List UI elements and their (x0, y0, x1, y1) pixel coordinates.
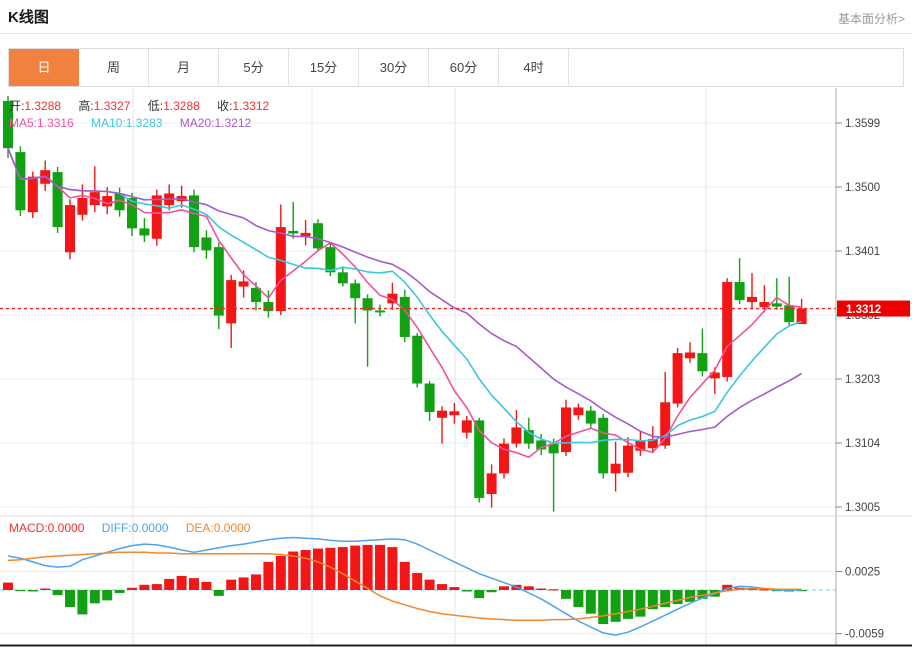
ma5-value: 1.3316 (37, 116, 74, 130)
diff-label: DIFF: (102, 521, 132, 535)
high-value: 1.3327 (94, 99, 131, 113)
macd-value: 0.0000 (48, 521, 85, 535)
svg-text:1.3203: 1.3203 (845, 374, 880, 386)
diff-value: 0.0000 (132, 521, 169, 535)
macd-label: MACD: (9, 521, 48, 535)
svg-text:1.3104: 1.3104 (845, 438, 881, 450)
svg-text:1.3500: 1.3500 (845, 182, 880, 194)
low-value: 1.3288 (163, 99, 200, 113)
svg-text:-0.0059: -0.0059 (845, 629, 884, 641)
svg-text:1.3401: 1.3401 (845, 246, 880, 258)
macd-histogram (3, 545, 807, 624)
close-value: 1.3312 (233, 99, 270, 113)
kline-page: { "header": { "title": "K线图", "link_labe… (0, 0, 912, 647)
low-label: 低: (148, 99, 163, 113)
svg-text:1.3005: 1.3005 (845, 502, 880, 514)
open-value: 1.3288 (24, 99, 61, 113)
ma5-label: MA5: (9, 116, 37, 130)
ma10-value: 1.3283 (126, 116, 163, 130)
dea-value: 0.0000 (214, 521, 251, 535)
macd-readout: MACD:0.0000 DIFF:0.0000 DEA:0.0000 (9, 521, 250, 535)
y-axis: 1.35991.35001.34011.33021.32031.31041.30… (836, 118, 884, 641)
ma10-label: MA10: (91, 116, 126, 130)
svg-text:0.0025: 0.0025 (845, 567, 880, 579)
open-label: 开: (9, 99, 24, 113)
candles (3, 96, 807, 512)
ohlc-readout: 开:1.3288 高:1.3327 低:1.3288 收:1.3312 (9, 97, 269, 114)
current-price-tag: 1.3312 (837, 301, 910, 317)
close-label: 收: (217, 99, 232, 113)
ma20-label: MA20: (180, 116, 215, 130)
svg-text:1.3599: 1.3599 (845, 118, 880, 130)
ma20-value: 1.3212 (214, 116, 251, 130)
dea-label: DEA: (186, 521, 214, 535)
svg-text:1.3312: 1.3312 (846, 304, 881, 316)
ma-readout: MA5:1.3316 MA10:1.3283 MA20:1.3212 (9, 116, 251, 130)
high-label: 高: (78, 99, 93, 113)
